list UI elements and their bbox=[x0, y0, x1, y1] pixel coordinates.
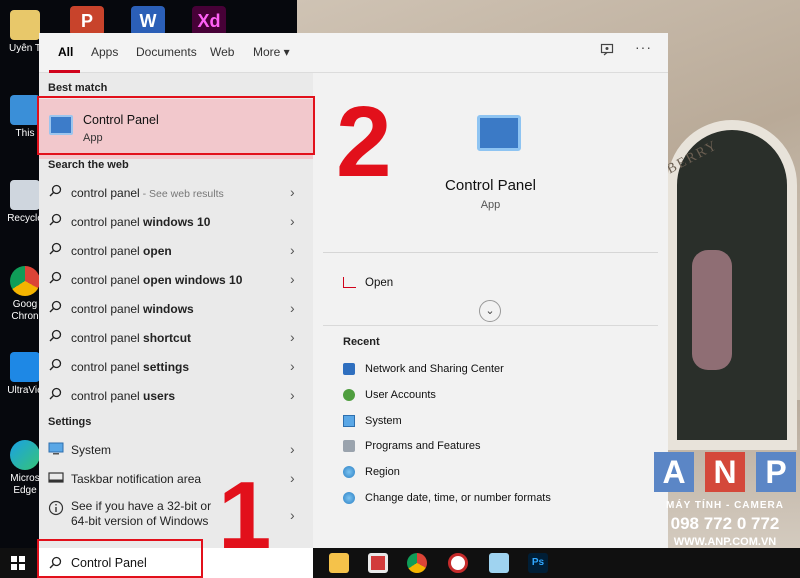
open-icon bbox=[343, 277, 356, 288]
chevron-right-icon: › bbox=[290, 507, 295, 523]
snipping-tool-icon[interactable] bbox=[448, 553, 468, 573]
web-suggestion-text: control panel open windows 10 bbox=[71, 273, 243, 287]
chevron-right-icon: › bbox=[290, 470, 295, 486]
web-suggestion-row[interactable]: control panel windows › bbox=[39, 294, 313, 323]
best-match-header: Best match bbox=[48, 82, 108, 94]
programs-icon bbox=[343, 440, 355, 452]
web-suggestion-text: control panel windows bbox=[71, 302, 194, 316]
tab-documents[interactable]: Documents bbox=[136, 45, 197, 59]
settings-header: Settings bbox=[48, 416, 92, 428]
adobe-xd-icon[interactable]: Xd bbox=[192, 6, 226, 36]
web-suggestion-row[interactable]: control panel windows 10 › bbox=[39, 207, 313, 236]
settings-item-bitness[interactable]: See if you have a 32-bit or 64-bit versi… bbox=[39, 493, 313, 537]
ultraviewer-icon bbox=[10, 352, 40, 382]
annotation-step-2: 2 bbox=[336, 86, 392, 198]
web-suggestion-row[interactable]: control panel shortcut › bbox=[39, 323, 313, 352]
filter-tabs: All Apps Documents Web More ▾ ··· bbox=[39, 33, 668, 73]
word-icon[interactable]: W bbox=[131, 6, 165, 36]
web-suggestion-text: control panel shortcut bbox=[71, 331, 192, 345]
chevron-right-icon: › bbox=[290, 329, 295, 345]
taskbar-icon bbox=[48, 472, 64, 483]
chevron-right-icon: › bbox=[290, 242, 295, 258]
tab-more[interactable]: More ▾ bbox=[253, 45, 290, 59]
web-suggestion-text: control panel open bbox=[71, 244, 172, 258]
feedback-icon[interactable] bbox=[600, 43, 615, 61]
computer-icon bbox=[10, 95, 40, 125]
web-suggestion-row[interactable]: control panel users › bbox=[39, 381, 313, 410]
divider bbox=[323, 325, 658, 326]
settings-item-system[interactable]: System › bbox=[39, 435, 313, 464]
detail-subtitle: App bbox=[480, 199, 501, 211]
web-suggestion-row[interactable]: control panel open › bbox=[39, 236, 313, 265]
more-options-icon[interactable]: ··· bbox=[635, 39, 652, 55]
globe-icon bbox=[343, 466, 355, 478]
web-suggestion-row[interactable]: control panel - See web results › bbox=[39, 178, 313, 207]
web-suggestion-text: control panel windows 10 bbox=[71, 215, 211, 229]
search-icon bbox=[49, 300, 62, 313]
user-folder-icon bbox=[10, 10, 40, 40]
chevron-right-icon: › bbox=[290, 300, 295, 316]
wallpaper-person bbox=[692, 250, 732, 370]
file-explorer-icon[interactable] bbox=[329, 553, 349, 573]
web-suggestion-text: control panel users bbox=[71, 389, 176, 403]
search-icon bbox=[49, 184, 62, 197]
tab-all[interactable]: All bbox=[58, 45, 73, 59]
tab-web[interactable]: Web bbox=[210, 45, 234, 59]
chevron-right-icon: › bbox=[290, 271, 295, 287]
pen-tool-icon[interactable] bbox=[489, 553, 509, 573]
search-icon bbox=[49, 213, 62, 226]
search-icon bbox=[49, 358, 62, 371]
globe-icon bbox=[343, 492, 355, 504]
chevron-right-icon: › bbox=[290, 358, 295, 374]
chrome-icon[interactable] bbox=[407, 553, 427, 573]
search-icon bbox=[49, 387, 62, 400]
recycle-bin-icon bbox=[10, 180, 40, 210]
chrome-icon bbox=[10, 266, 40, 296]
tab-apps[interactable]: Apps bbox=[91, 45, 118, 59]
annotation-highlight-search bbox=[37, 539, 203, 578]
windows-start-icon[interactable] bbox=[11, 556, 25, 570]
search-icon bbox=[49, 242, 62, 255]
chevron-right-icon: › bbox=[290, 213, 295, 229]
anp-watermark-logo: A N P MÁY TÍNH - CAMERA 098 772 0 772 WW… bbox=[650, 452, 800, 548]
web-suggestion-text: control panel settings bbox=[71, 360, 190, 374]
search-icon bbox=[49, 271, 62, 284]
search-icon bbox=[49, 329, 62, 342]
web-suggestion-text: control panel - See web results bbox=[71, 186, 224, 200]
edge-icon bbox=[10, 440, 40, 470]
user-accounts-icon bbox=[343, 389, 355, 401]
settings-item-taskbar-notification-area[interactable]: Taskbar notification area › bbox=[39, 464, 313, 493]
powerpoint-icon[interactable]: P bbox=[70, 6, 104, 36]
chevron-right-icon: › bbox=[290, 184, 295, 200]
search-web-header: Search the web bbox=[48, 159, 129, 171]
network-icon bbox=[343, 363, 355, 375]
info-icon bbox=[48, 500, 64, 516]
web-suggestion-row[interactable]: control panel settings › bbox=[39, 352, 313, 381]
expand-chevron-icon[interactable]: ⌄ bbox=[479, 300, 501, 322]
recent-header: Recent bbox=[343, 336, 380, 348]
photoshop-icon[interactable]: Ps bbox=[528, 553, 548, 573]
chevron-right-icon: › bbox=[290, 441, 295, 457]
monitor-icon bbox=[48, 442, 64, 455]
annotation-highlight-best-match bbox=[37, 96, 315, 155]
monitor-icon bbox=[343, 415, 355, 427]
taskbar-app-icon[interactable] bbox=[368, 553, 388, 573]
web-suggestion-row[interactable]: control panel open windows 10 › bbox=[39, 265, 313, 294]
control-panel-large-icon bbox=[477, 115, 521, 151]
chevron-right-icon: › bbox=[290, 387, 295, 403]
